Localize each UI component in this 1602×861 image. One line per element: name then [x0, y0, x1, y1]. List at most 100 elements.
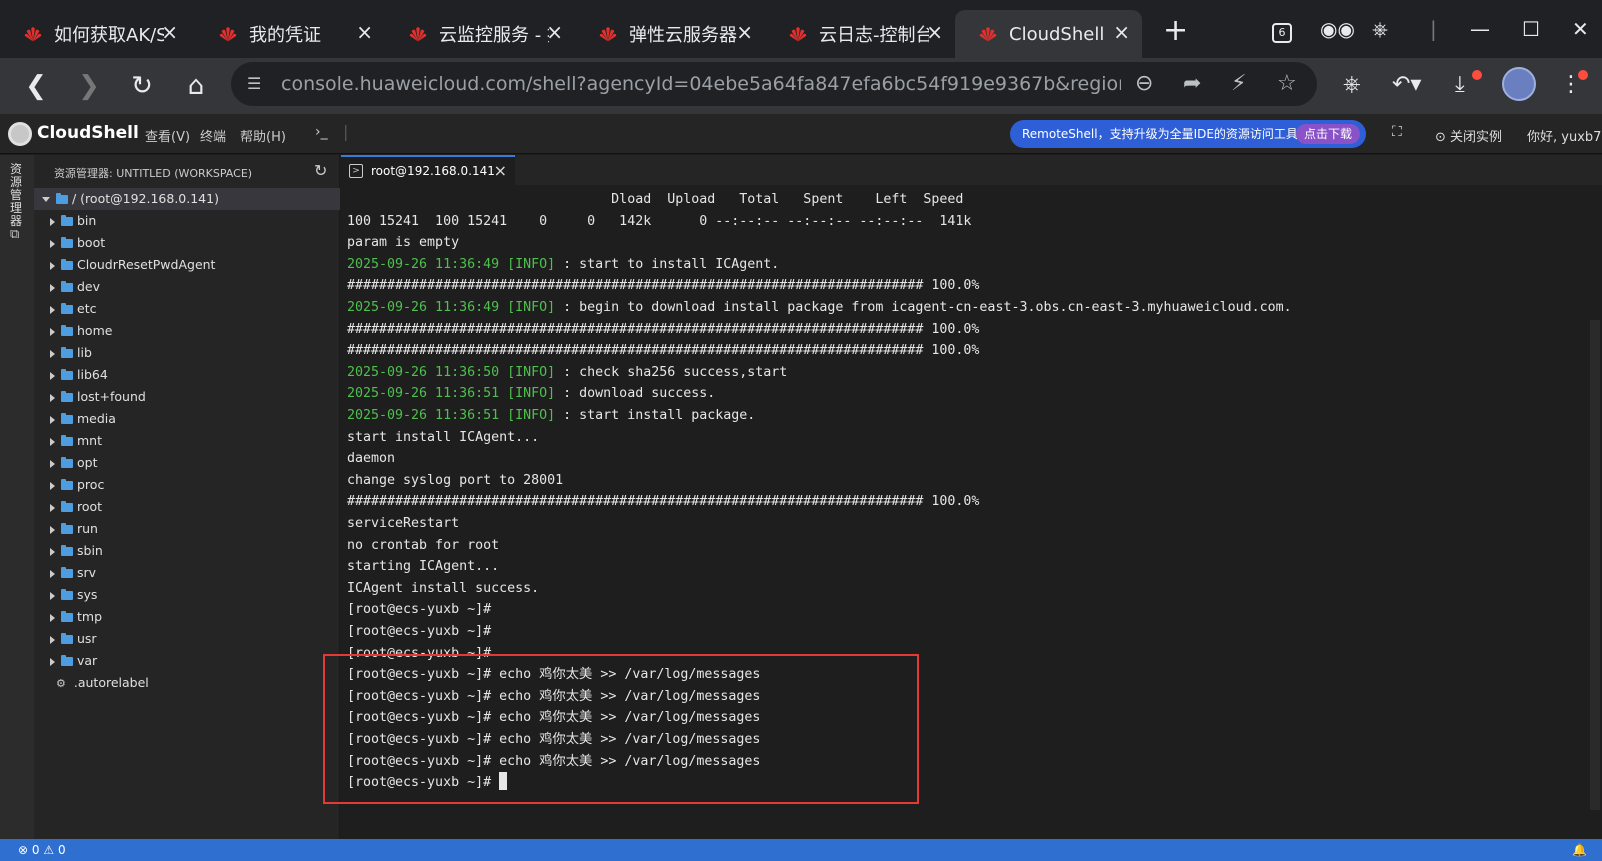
terminal-line: ########################################…: [347, 319, 979, 341]
menu-terminal[interactable]: 终端: [200, 126, 226, 145]
file-item[interactable]: ⚙ .autorelabel: [34, 672, 340, 694]
close-instance-button[interactable]: ⊙ 关闭实例: [1435, 126, 1502, 145]
folder-item[interactable]: sbin: [34, 540, 340, 562]
line-text: starting ICAgent...: [347, 559, 500, 575]
user-greeting[interactable]: 你好, yuxb73: [1527, 126, 1602, 145]
folder-item[interactable]: root: [34, 496, 340, 518]
home-icon[interactable]: ⌂: [180, 70, 212, 102]
close-tab-icon[interactable]: ×: [356, 22, 373, 42]
site-info-icon[interactable]: ☰: [247, 70, 261, 98]
folder-item[interactable]: lib64: [34, 364, 340, 386]
url-text[interactable]: console.huaweicloud.com/shell?agencyId=0…: [281, 73, 1121, 95]
folder-item[interactable]: tmp: [34, 606, 340, 628]
terminal-line: ICAgent install success.: [347, 578, 539, 600]
chevron-right-icon: [50, 547, 55, 556]
reload-icon[interactable]: ↻: [126, 70, 158, 102]
terminal-prompt-icon[interactable]: ›_: [315, 124, 328, 140]
extension-puzzle-icon[interactable]: ⎈: [1372, 14, 1388, 44]
browser-tab[interactable]: 我的凭证 ×: [195, 10, 385, 58]
folder-item[interactable]: opt: [34, 452, 340, 474]
folder-item[interactable]: run: [34, 518, 340, 540]
lightning-icon[interactable]: ⚡: [1231, 70, 1246, 98]
bookmark-star-icon[interactable]: ☆: [1277, 70, 1297, 98]
explorer-activity-label[interactable]: 资源管理器: [10, 163, 24, 228]
folder-item[interactable]: usr: [34, 628, 340, 650]
terminal-tab[interactable]: > root@192.168.0.141 ×: [341, 155, 515, 185]
terminal-line: 2025-09-26 11:36:50 [INFO] : check sha25…: [347, 362, 787, 384]
activity-bar: 资源管理器 ⧉: [0, 155, 34, 839]
close-tab-icon[interactable]: ×: [494, 157, 507, 185]
new-tab-button[interactable]: +: [1163, 16, 1188, 46]
maximize-button[interactable]: ☐: [1522, 14, 1540, 44]
extensions-icon[interactable]: ⎈: [1343, 70, 1361, 100]
tab-title: 我的凭证: [249, 25, 321, 46]
huawei-logo-icon: [409, 27, 427, 42]
folder-item[interactable]: dev: [34, 276, 340, 298]
tab-search-icon[interactable]: 6: [1272, 14, 1292, 44]
line-text: ########################################…: [347, 321, 980, 337]
menu-help[interactable]: 帮助(H): [240, 126, 286, 145]
folder-item[interactable]: sys: [34, 584, 340, 606]
browser-tab[interactable]: 弹性云服务器 - 控制台×: [575, 10, 765, 58]
folder-item[interactable]: CloudrResetPwdAgent: [34, 254, 340, 276]
back-icon[interactable]: ❮: [20, 70, 52, 102]
menu-view[interactable]: 查看(V): [145, 126, 190, 145]
incognito-icon[interactable]: ◉◉: [1320, 14, 1355, 44]
tab-title: 如何获取AK/SK: [54, 25, 164, 46]
problems-indicator[interactable]: ⊗ 0 ⚠ 0: [18, 839, 66, 861]
chevron-down-icon: [42, 197, 50, 202]
profile-avatar[interactable]: [1502, 67, 1536, 101]
close-tab-icon[interactable]: ×: [161, 22, 178, 42]
remoteshell-promo[interactable]: RemoteShell，支持升级为全量IDE的资源访问工具 点击下载: [1010, 120, 1366, 148]
warning-icon: ⚠: [43, 843, 55, 857]
browser-tab[interactable]: 云日志-控制台 ×: [765, 10, 955, 58]
promo-download-button[interactable]: 点击下载: [1295, 124, 1360, 144]
download-icon[interactable]: ⤓: [1455, 70, 1465, 100]
folder-item[interactable]: bin: [34, 210, 340, 232]
close-tab-icon[interactable]: ×: [736, 22, 753, 42]
folder-icon: [61, 391, 73, 402]
separator: |: [1430, 17, 1437, 41]
folder-item[interactable]: etc: [34, 298, 340, 320]
folder-item[interactable]: home: [34, 320, 340, 342]
line-text: ICAgent install success.: [347, 580, 540, 596]
close-tab-icon[interactable]: ×: [926, 22, 943, 42]
folder-item[interactable]: boot: [34, 232, 340, 254]
fullscreen-icon[interactable]: ⛶: [1392, 124, 1402, 140]
cloudshell-title: CloudShell: [37, 123, 139, 143]
forward-icon[interactable]: ❯: [73, 70, 105, 102]
browser-tab[interactable]: 如何获取AK/SK×: [0, 10, 190, 58]
folder-item[interactable]: lib: [34, 342, 340, 364]
share-icon[interactable]: ➦: [1183, 70, 1201, 98]
chevron-right-icon: [50, 525, 55, 534]
refresh-icon[interactable]: ↻: [314, 161, 327, 180]
browser-tab[interactable]: CloudShell ×: [955, 10, 1142, 58]
close-tab-icon[interactable]: ×: [1113, 22, 1130, 42]
copy-icon[interactable]: ⧉: [10, 227, 19, 242]
line-text: daemon: [347, 451, 396, 467]
line-text: Dload Upload Total Spent Left Speed: [347, 192, 964, 207]
folder-item[interactable]: proc: [34, 474, 340, 496]
address-bar[interactable]: ☰ console.huaweicloud.com/shell?agencyId…: [231, 62, 1317, 106]
folder-item[interactable]: mnt: [34, 430, 340, 452]
huawei-logo-icon: [979, 27, 997, 42]
terminal-scrollbar[interactable]: [1590, 320, 1600, 810]
zoom-icon[interactable]: ⊖: [1135, 70, 1153, 98]
chevron-right-icon: [50, 657, 55, 666]
huawei-logo-icon: [219, 27, 237, 42]
undo-dropdown-icon[interactable]: ↶▾: [1392, 70, 1421, 100]
browser-tab[interactable]: 云监控服务 - 控制台×: [385, 10, 575, 58]
folder-icon: [61, 545, 73, 556]
terminal-line: 2025-09-26 11:36:49 [INFO] : begin to do…: [347, 297, 1292, 319]
status-bar: ⊗ 0 ⚠ 0 🔔: [0, 839, 1602, 861]
root-folder[interactable]: / (root@192.168.0.141): [34, 188, 340, 210]
folder-item[interactable]: lost+found: [34, 386, 340, 408]
minimize-button[interactable]: —: [1470, 14, 1490, 44]
close-window-button[interactable]: ✕: [1572, 14, 1589, 44]
notification-bell-icon[interactable]: 🔔: [1572, 839, 1587, 861]
close-tab-icon[interactable]: ×: [546, 22, 563, 42]
folder-item[interactable]: var: [34, 650, 340, 672]
folder-icon: [61, 413, 73, 424]
folder-item[interactable]: srv: [34, 562, 340, 584]
folder-item[interactable]: media: [34, 408, 340, 430]
